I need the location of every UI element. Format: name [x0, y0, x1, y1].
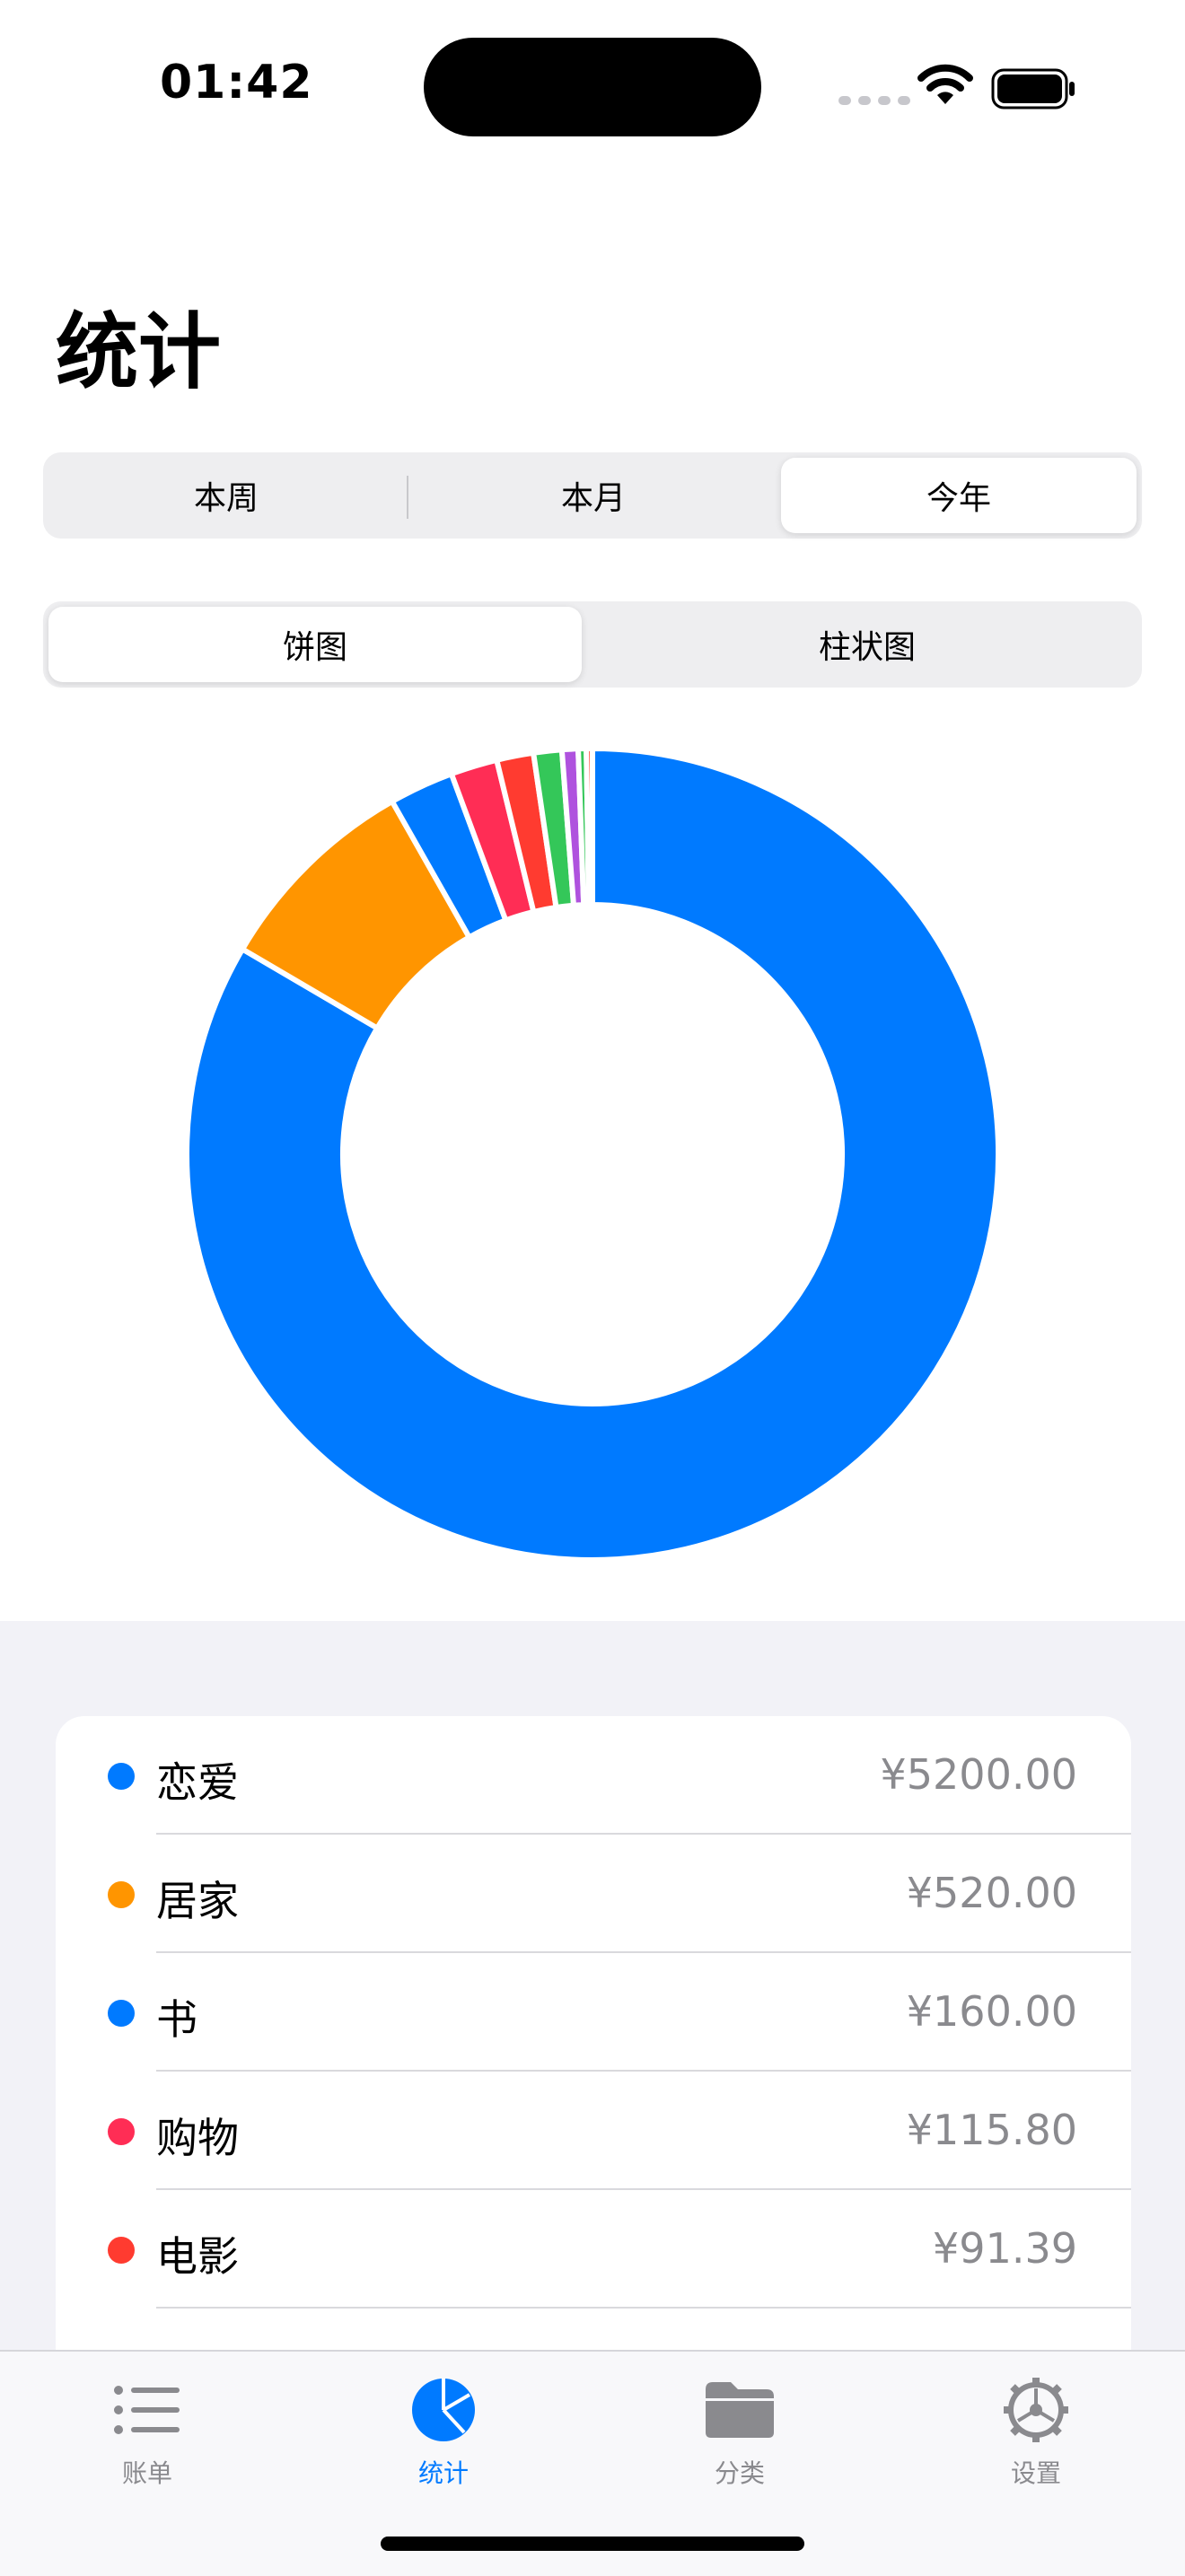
category-amount: ¥520.00: [906, 1869, 1077, 1917]
category-name: 书: [156, 1995, 198, 2044]
period-segmented-control: 本周 本月 今年: [43, 452, 1142, 539]
pie-chart-icon: [354, 2370, 533, 2450]
category-amount: ¥160.00: [906, 1987, 1077, 2036]
tab-label: 统计: [417, 2458, 469, 2488]
category-color-dot: [108, 1763, 135, 1790]
dynamic-island: [424, 38, 761, 136]
category-amount: ¥5200.00: [880, 1750, 1078, 1799]
tab-statistics[interactable]: 统计: [354, 2370, 533, 2490]
list-item[interactable]: 恋爱 ¥5200.00: [56, 1716, 1131, 1835]
segment-label: 柱状图: [818, 629, 916, 666]
category-name: 恋爱: [156, 1758, 239, 1807]
segment-label: 本周: [193, 480, 259, 517]
segment-this-year[interactable]: 今年: [781, 458, 1137, 533]
list-item[interactable]: 电影 ¥91.39: [56, 2190, 1131, 2309]
category-color-dot: [108, 2000, 135, 2027]
gear-icon: [946, 2370, 1126, 2450]
segment-bar-chart[interactable]: 柱状图: [598, 607, 1137, 682]
cellular-signal-icon: [838, 92, 917, 109]
tab-settings[interactable]: 设置: [946, 2370, 1126, 2490]
segment-this-month[interactable]: 本月: [415, 458, 772, 533]
category-color-dot: [108, 1881, 135, 1908]
home-indicator: [381, 2537, 804, 2551]
tab-categories[interactable]: 分类: [650, 2370, 830, 2490]
category-name: 购物: [156, 2114, 239, 2162]
status-time: 01:42: [160, 56, 313, 110]
tab-bills[interactable]: 账单: [57, 2370, 237, 2490]
segment-label: 饼图: [282, 629, 347, 666]
category-color-dot: [108, 2118, 135, 2145]
list-item[interactable]: 购物 ¥115.80: [56, 2072, 1131, 2190]
folder-icon: [650, 2370, 830, 2450]
category-color-dot: [108, 2237, 135, 2264]
segment-this-week[interactable]: 本周: [48, 458, 404, 533]
segment-label: 本月: [560, 480, 626, 517]
list-item[interactable]: 书 ¥160.00: [56, 1953, 1131, 2072]
list-icon: [57, 2370, 237, 2450]
tab-label: 设置: [1010, 2458, 1061, 2488]
row-separator: [156, 2307, 1131, 2309]
chart-slice-8: [584, 745, 595, 908]
battery-icon: [991, 68, 1077, 113]
wifi-icon: [916, 63, 975, 111]
category-amount: ¥115.80: [906, 2106, 1077, 2154]
segment-divider: [407, 476, 408, 519]
segment-pie-chart[interactable]: 饼图: [48, 607, 582, 682]
tab-label: 分类: [714, 2458, 765, 2488]
tab-label: 账单: [121, 2458, 172, 2488]
list-item[interactable]: 居家 ¥520.00: [56, 1835, 1131, 1953]
page-title: 统计: [56, 304, 222, 400]
segment-label: 今年: [926, 480, 991, 517]
donut-chart: [184, 745, 1001, 1563]
chart-type-segmented-control: 饼图 柱状图: [43, 601, 1142, 688]
category-name: 居家: [156, 1877, 239, 1925]
category-name: 电影: [156, 2232, 239, 2281]
category-amount: ¥91.39: [933, 2224, 1077, 2273]
